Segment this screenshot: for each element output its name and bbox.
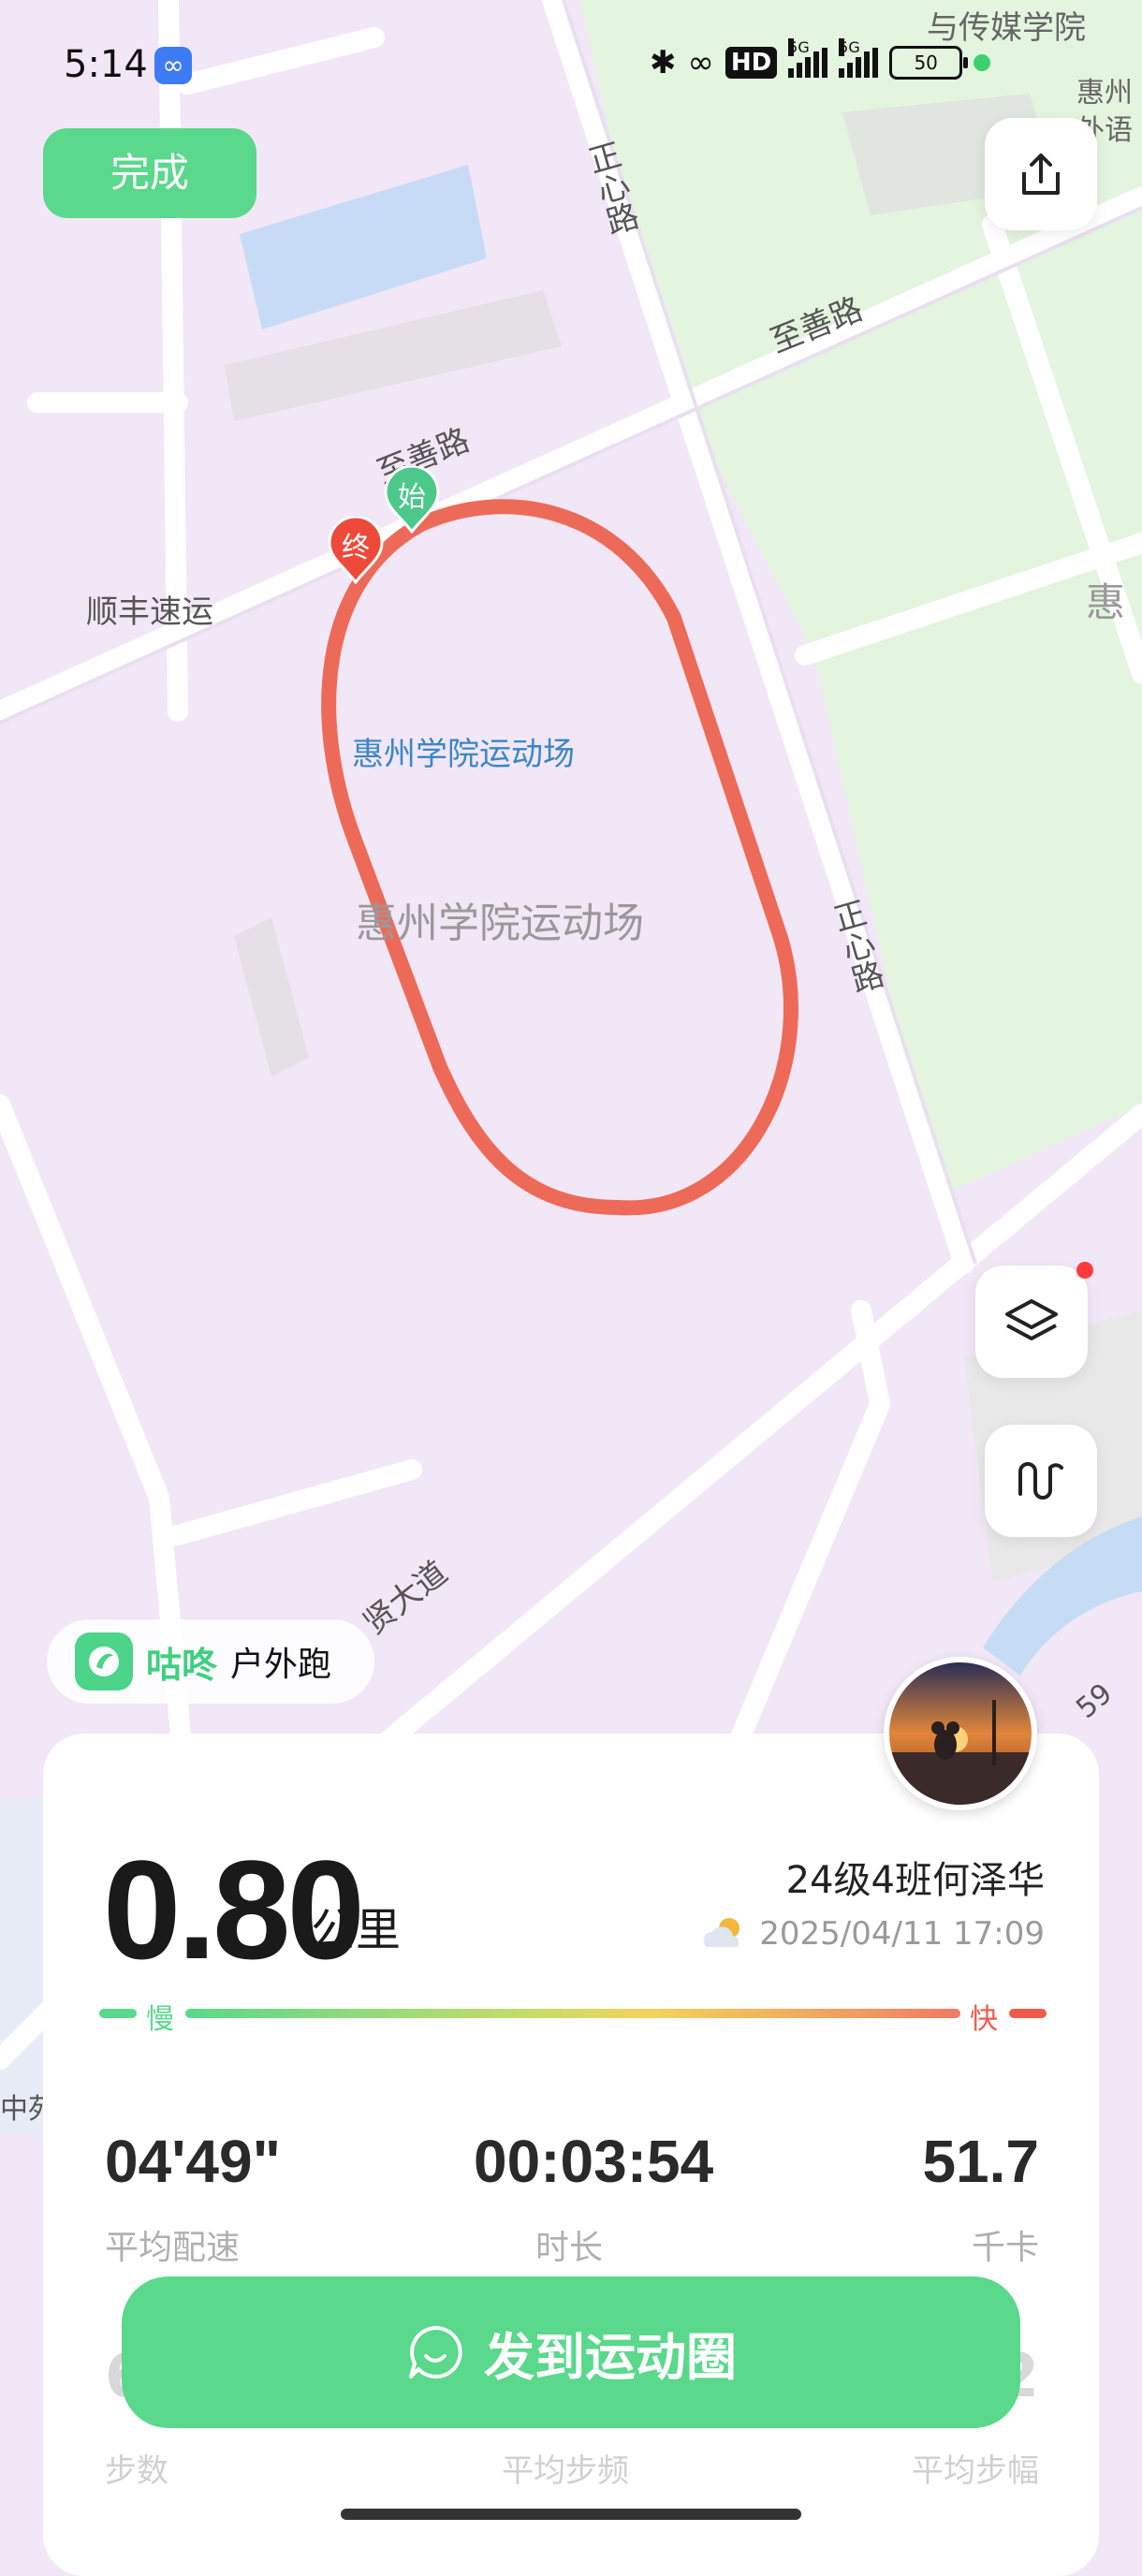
signal-icon-1: 5G — [788, 38, 828, 78]
map-label-shunfeng: 顺丰速运 — [86, 593, 213, 631]
network-type-1: 5G — [788, 38, 810, 56]
share-button[interactable] — [985, 118, 1097, 230]
avatar-image — [889, 1662, 1032, 1805]
pace-bar-right-cap — [1009, 2009, 1047, 2018]
hotspot-link-icon: ∞ — [687, 44, 714, 81]
app-brand-tag: 咕咚 户外跑 — [47, 1619, 374, 1704]
weather-partly-cloudy-icon — [703, 1918, 740, 1947]
track-replay-button[interactable] — [985, 1425, 1097, 1537]
activity-type: 户外跑 — [230, 1646, 332, 1684]
route-wave-icon — [1018, 1462, 1063, 1500]
layers-icon — [1005, 1299, 1058, 1340]
workout-summary-card: 0.80 公里 24级4班何泽华 2025/04/11 17:09 慢 快 04… — [43, 1734, 1099, 2576]
distance-unit: 公里 — [311, 1904, 402, 1956]
pace-gradient-bar: 慢 快 — [99, 1996, 1047, 2036]
done-button[interactable]: 完成 — [43, 128, 256, 218]
avg-pace-value: 04'49" — [105, 2128, 281, 2195]
calories-label: 千卡 — [971, 2229, 1039, 2267]
chat-smile-icon — [409, 2325, 462, 2378]
calories-value: 51.7 — [922, 2128, 1039, 2195]
home-indicator[interactable] — [341, 2509, 801, 2520]
map-layers-button[interactable] — [975, 1262, 1093, 1378]
battery-icon: 50 — [889, 46, 969, 80]
post-button-label: 发到运动圈 — [484, 2327, 737, 2387]
map-label-stadium-gray: 惠州学院运动场 — [356, 900, 644, 947]
workout-datetime: 2025/04/11 17:09 — [699, 1915, 1045, 1953]
codoon-logo-icon — [75, 1632, 133, 1690]
steps-label: 步数 — [105, 2452, 168, 2490]
duration-label: 时长 — [535, 2229, 604, 2267]
end-marker-label: 终 — [342, 532, 370, 564]
notification-dot — [1076, 1262, 1093, 1279]
network-type-2: 5G — [839, 38, 860, 56]
link-icon: ∞ — [154, 47, 192, 84]
cadence-label: 平均步频 — [502, 2452, 629, 2490]
map-label-stadium: 惠州学院运动场 — [352, 736, 575, 773]
duration-value: 00:03:54 — [474, 2128, 714, 2195]
pace-bar-left-cap — [99, 2009, 137, 2018]
brand-name: 咕咚 — [146, 1644, 218, 1686]
status-icons: ✱ ∞ HD 5G 5G 50 — [650, 38, 991, 86]
datetime-text: 2025/04/11 17:09 — [759, 1915, 1045, 1953]
end-marker[interactable]: 终 — [328, 515, 384, 585]
hd-badge: HD — [725, 47, 778, 79]
status-bar: 5:14 ∞ ✱ ∞ HD 5G 5G 50 — [0, 0, 1142, 131]
privacy-indicator-dot — [974, 54, 991, 71]
start-marker-label: 始 — [398, 481, 426, 514]
post-to-feed-button[interactable]: 发到运动圈 — [122, 2276, 1020, 2428]
pace-fast-label: 快 — [970, 2003, 998, 2036]
user-name: 24级4班何泽华 — [785, 1859, 1045, 1902]
bluetooth-icon: ✱ — [650, 44, 677, 81]
status-time: 5:14 — [64, 43, 148, 86]
signal-icon-2: 5G — [839, 38, 879, 78]
map-label-hui: 惠 — [1086, 579, 1126, 625]
start-marker[interactable]: 始 — [384, 464, 440, 534]
avatar[interactable] — [884, 1657, 1037, 1810]
pace-gradient — [185, 2009, 960, 2018]
stride-label: 平均步幅 — [912, 2452, 1039, 2490]
avg-pace-label: 平均配速 — [105, 2229, 241, 2267]
pace-slow-label: 慢 — [146, 2003, 174, 2036]
share-icon — [1022, 154, 1060, 195]
